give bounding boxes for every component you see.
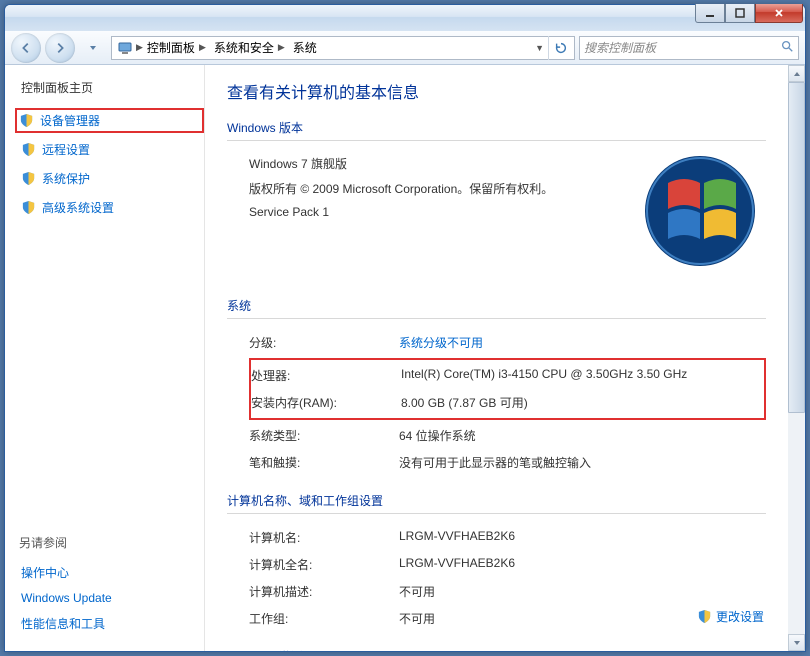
computer-name-row: 计算机全名:LRGM-VVFHAEB2K6 <box>249 551 766 578</box>
navbar: ▶ 控制面板▶ 系统和安全▶ 系统 ▼ 搜索控制面板 <box>5 31 805 65</box>
system-body: 分级:系统分级不可用处理器:Intel(R) Core(TM) i3-4150 … <box>227 329 766 476</box>
section-activation: Windows 激活 <box>227 648 766 651</box>
shield-icon <box>19 113 34 128</box>
shield-icon <box>21 171 36 186</box>
recent-pages-button[interactable] <box>79 35 107 61</box>
info-key: 计算机描述: <box>249 583 399 600</box>
info-value: LRGM-VVFHAEB2K6 <box>399 529 766 546</box>
search-icon <box>780 39 794 56</box>
sidebar: 控制面板主页 设备管理器远程设置系统保护高级系统设置 另请参阅 操作中心Wind… <box>5 65 205 651</box>
info-key: 系统类型: <box>249 427 399 444</box>
highlighted-specs: 处理器:Intel(R) Core(TM) i3-4150 CPU @ 3.50… <box>249 358 766 420</box>
refresh-button[interactable] <box>548 36 572 60</box>
info-value: Intel(R) Core(TM) i3-4150 CPU @ 3.50GHz … <box>401 367 764 384</box>
system-properties-window: ▶ 控制面板▶ 系统和安全▶ 系统 ▼ 搜索控制面板 控制面板主页 设备管理器远… <box>4 4 806 652</box>
sidebar-task-links: 设备管理器远程设置系统保护高级系统设置 <box>19 108 204 224</box>
section-computer-name: 计算机名称、域和工作组设置 <box>227 492 766 514</box>
computer-name-row: 计算机名:LRGM-VVFHAEB2K6 <box>249 524 766 551</box>
info-key: 计算机名: <box>249 529 399 546</box>
info-key: 计算机全名: <box>249 556 399 573</box>
info-key: 笔和触摸: <box>249 454 399 471</box>
sidebar-task-link[interactable]: 高级系统设置 <box>19 195 204 220</box>
see-also-link[interactable]: 操作中心 <box>19 559 204 586</box>
section-system: 系统 <box>227 297 766 319</box>
info-value: 8.00 GB (7.87 GB 可用) <box>401 394 764 411</box>
search-input[interactable]: 搜索控制面板 <box>579 36 799 60</box>
scroll-down-button[interactable] <box>788 634 805 651</box>
system-info-row: 笔和触摸:没有可用于此显示器的笔或触控输入 <box>249 449 766 476</box>
maximize-button[interactable] <box>725 4 755 23</box>
see-also-link[interactable]: 性能信息和工具 <box>19 610 204 637</box>
info-key: 处理器: <box>251 367 401 384</box>
search-placeholder: 搜索控制面板 <box>584 39 656 56</box>
chevron-right-icon: ▶ <box>136 42 143 53</box>
system-info-row: 系统类型:64 位操作系统 <box>249 422 766 449</box>
back-button[interactable] <box>11 33 41 63</box>
info-key: 工作组: <box>249 610 399 627</box>
sidebar-task-link[interactable]: 系统保护 <box>19 166 204 191</box>
forward-button[interactable] <box>45 33 75 63</box>
system-info-row: 安装内存(RAM):8.00 GB (7.87 GB 可用) <box>251 389 764 416</box>
system-info-row: 处理器:Intel(R) Core(TM) i3-4150 CPU @ 3.50… <box>251 362 764 389</box>
see-also-link[interactable]: Windows Update <box>19 586 204 610</box>
change-settings-link[interactable]: 更改设置 <box>697 608 764 625</box>
control-panel-home-link[interactable]: 控制面板主页 <box>19 79 204 96</box>
computer-name-row: 计算机描述:不可用 <box>249 578 766 605</box>
breadcrumb[interactable]: ▶ 控制面板▶ 系统和安全▶ 系统 ▼ <box>111 36 575 60</box>
windows-logo <box>640 151 760 271</box>
window-buttons <box>695 4 803 23</box>
rating-link[interactable]: 系统分级不可用 <box>399 336 483 350</box>
shield-icon <box>21 142 36 157</box>
info-key: 分级: <box>249 334 399 351</box>
sidebar-task-link[interactable]: 设备管理器 <box>15 108 204 133</box>
scroll-track[interactable] <box>788 82 805 634</box>
minimize-button[interactable] <box>695 4 725 23</box>
see-also-section: 另请参阅 操作中心Windows Update性能信息和工具 <box>19 534 204 637</box>
scroll-thumb[interactable] <box>788 82 805 413</box>
breadcrumb-segment[interactable]: 系统 <box>289 37 321 59</box>
info-value: 没有可用于此显示器的笔或触控输入 <box>399 454 766 471</box>
info-value: 系统分级不可用 <box>399 334 766 351</box>
shield-icon <box>21 200 36 215</box>
info-key: 安装内存(RAM): <box>251 394 401 411</box>
info-value: 64 位操作系统 <box>399 427 766 444</box>
close-button[interactable] <box>755 4 803 23</box>
breadcrumb-dropdown[interactable]: ▼ <box>531 37 548 59</box>
section-windows-edition: Windows 版本 <box>227 119 766 141</box>
page-title: 查看有关计算机的基本信息 <box>227 79 766 103</box>
vertical-scrollbar[interactable] <box>788 65 805 651</box>
see-also-title: 另请参阅 <box>19 534 204 551</box>
info-value: 不可用 <box>399 583 766 600</box>
shield-icon <box>697 609 712 624</box>
info-value: LRGM-VVFHAEB2K6 <box>399 556 766 573</box>
breadcrumb-segment[interactable]: 系统和安全▶ <box>210 37 289 59</box>
computer-name-row: 工作组:不可用 <box>249 605 766 632</box>
system-info-row: 分级:系统分级不可用 <box>249 329 766 356</box>
computer-name-body: 计算机名:LRGM-VVFHAEB2K6计算机全名:LRGM-VVFHAEB2K… <box>227 524 766 632</box>
sidebar-task-link[interactable]: 远程设置 <box>19 137 204 162</box>
chevron-right-icon: ▶ <box>278 42 285 53</box>
scroll-up-button[interactable] <box>788 65 805 82</box>
titlebar <box>5 5 805 31</box>
main-panel: 查看有关计算机的基本信息 Windows 版本 Windows 7 旗舰版 版权… <box>205 65 788 651</box>
content-area: 控制面板主页 设备管理器远程设置系统保护高级系统设置 另请参阅 操作中心Wind… <box>5 65 805 651</box>
breadcrumb-segment[interactable]: 控制面板▶ <box>143 37 210 59</box>
computer-icon <box>116 39 134 57</box>
chevron-right-icon: ▶ <box>199 42 206 53</box>
